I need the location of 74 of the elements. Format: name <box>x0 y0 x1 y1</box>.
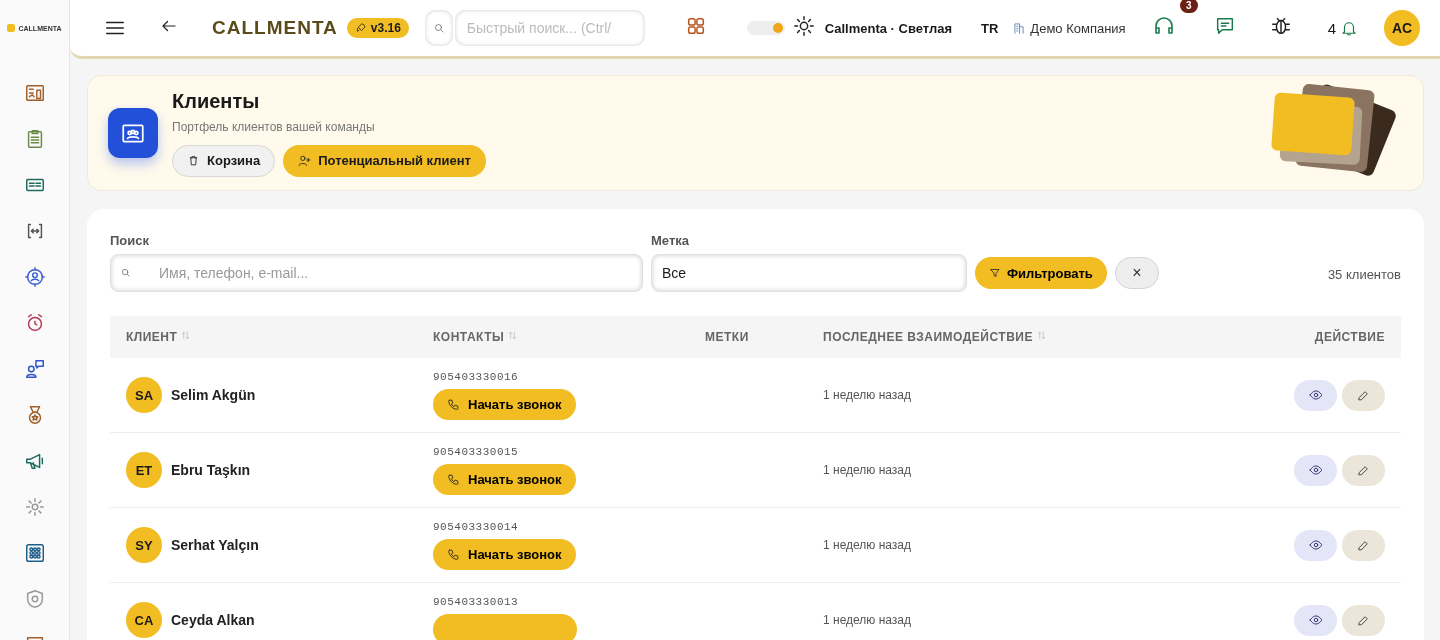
bell-icon[interactable] <box>1340 19 1358 37</box>
phone-number: 905403330013 <box>433 595 520 608</box>
page-title: Клиенты <box>172 89 261 113</box>
last-interaction: 1 неделю назад <box>823 613 911 627</box>
eye-icon <box>1308 613 1323 627</box>
user-chat-icon[interactable] <box>23 358 46 380</box>
company-name[interactable]: Демо Компания <box>1030 20 1126 36</box>
tag-label: Метка <box>651 233 690 248</box>
client-avatar: SA <box>126 377 162 413</box>
theme-toggle[interactable] <box>746 21 785 35</box>
user-target-icon[interactable] <box>23 266 46 288</box>
last-interaction: 1 неделю назад <box>823 538 911 552</box>
page-subtitle: Портфель клиентов вашей команды <box>172 119 376 134</box>
trash-button[interactable]: Корзина <box>172 144 276 177</box>
version-badge: v3.16 <box>346 18 409 38</box>
client-avatar: ET <box>126 452 162 488</box>
eye-icon <box>1308 388 1323 402</box>
user-plus-icon <box>298 154 312 167</box>
client-name[interactable]: Selim Akgün <box>171 387 256 403</box>
eye-icon <box>1308 463 1323 477</box>
phone-icon <box>447 397 460 411</box>
phone-icon <box>447 547 460 561</box>
tag-select[interactable]: Все <box>651 254 967 292</box>
app-title: CALLMENTA <box>212 17 338 39</box>
view-button[interactable] <box>1294 379 1337 411</box>
client-avatar: SY <box>126 527 162 563</box>
last-interaction: 1 неделю назад <box>823 463 911 477</box>
view-button[interactable] <box>1294 529 1337 561</box>
pencil-icon <box>1357 613 1370 627</box>
column-header[interactable]: КЛИЕНТ <box>110 316 417 358</box>
start-call-button[interactable]: Начать звонок <box>433 388 576 420</box>
client-name[interactable]: Serhat Yalçın <box>171 537 259 553</box>
pencil-icon <box>1357 538 1370 552</box>
search-icon[interactable] <box>432 22 445 34</box>
view-button[interactable] <box>1294 604 1337 636</box>
notification-badge: 3 <box>1180 0 1198 13</box>
column-header: ДЕЙСТВИЕ <box>1208 316 1401 358</box>
phone-icon <box>447 472 460 486</box>
client-avatar: CA <box>126 602 162 638</box>
eye-icon <box>1308 538 1323 552</box>
logo-icon <box>7 24 16 32</box>
clear-filter-button[interactable]: × <box>1114 257 1159 289</box>
filter-icon <box>989 267 1001 279</box>
filter-button[interactable]: Фильтровать <box>975 257 1107 289</box>
last-interaction: 1 неделю назад <box>823 388 911 402</box>
quick-search-field[interactable]: Быстрый поиск... (Ctrl/ <box>454 10 645 46</box>
theme-name: Callmenta · Светлая <box>824 20 953 36</box>
column-header: МЕТКИ <box>689 316 807 358</box>
grid-icon[interactable] <box>23 542 46 564</box>
pencil-icon <box>1357 463 1370 477</box>
client-name[interactable]: Ebru Taşkın <box>171 462 251 478</box>
user-avatar[interactable]: AC <box>1384 10 1420 46</box>
column-header[interactable]: КОНТАКТЫ <box>417 316 689 358</box>
search-icon <box>120 267 131 278</box>
phone-number: 905403330014 <box>433 520 520 533</box>
view-button[interactable] <box>1294 454 1337 486</box>
client-count: 35 клиентов <box>1327 267 1401 282</box>
pencil-icon <box>1357 388 1370 402</box>
bug-icon[interactable] <box>1269 15 1292 37</box>
notification-count: 4 <box>1327 19 1336 37</box>
client-search-field[interactable]: Имя, телефон, e-mail... <box>110 254 643 292</box>
client-name[interactable]: Ceyda Alkan <box>171 612 255 628</box>
add-lead-button[interactable]: Потенциальный клиент <box>283 144 486 177</box>
search-label: Поиск <box>110 233 150 248</box>
phone-number: 905403330015 <box>433 445 520 458</box>
column-header[interactable]: ПОСЛЕДНЕЕ ВЗАИМОДЕЙСТВИЕ <box>807 316 1209 358</box>
start-call-button[interactable]: Начать звонок <box>433 538 576 570</box>
language-code[interactable]: TR <box>981 20 999 36</box>
start-call-button[interactable]: Начать звонок <box>433 463 576 495</box>
dashboard-icon[interactable] <box>23 82 46 104</box>
phone-number: 905403330016 <box>433 370 520 383</box>
sun-icon[interactable] <box>792 15 815 37</box>
building-icon <box>1012 21 1027 35</box>
trash-icon <box>187 154 200 167</box>
